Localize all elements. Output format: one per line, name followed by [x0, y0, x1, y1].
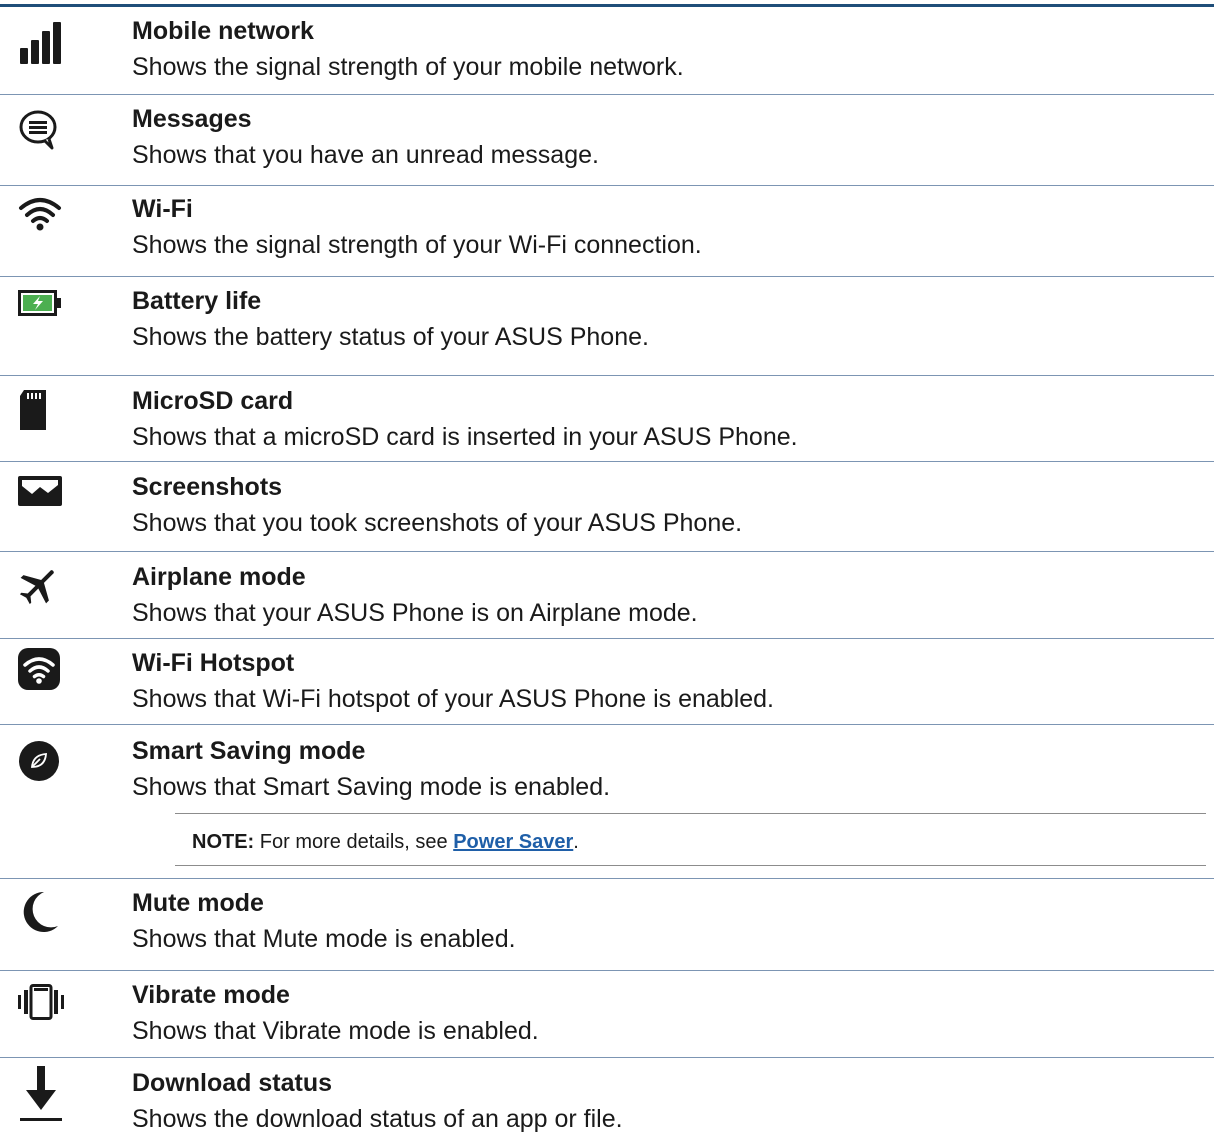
note-label: NOTE: — [192, 831, 255, 853]
smart-saving-leaf-icon — [18, 740, 70, 788]
item-title: Smart Saving mode — [132, 737, 366, 765]
divider — [0, 724, 1214, 725]
item-title: Download status — [132, 1069, 333, 1097]
note-divider-top — [175, 813, 1206, 814]
item-title: Vibrate mode — [132, 981, 290, 1009]
battery-charging-icon — [18, 290, 70, 338]
wifi-hotspot-icon — [18, 648, 70, 696]
item-description: Shows the signal strength of your Wi-Fi … — [132, 231, 702, 259]
note-divider-bottom — [175, 865, 1206, 866]
item-description: Shows that you have an unread message. — [132, 141, 599, 169]
item-description: Shows that Mute mode is enabled. — [132, 925, 516, 953]
item-title: Screenshots — [132, 473, 283, 501]
note: NOTE: For more details, see Power Saver. — [192, 829, 579, 855]
wifi-icon — [18, 194, 70, 242]
microsd-card-icon — [18, 390, 70, 438]
airplane-icon — [18, 564, 70, 612]
item-description: Shows that your ASUS Phone is on Airplan… — [132, 599, 698, 627]
download-arrow-icon — [18, 1066, 70, 1121]
note-text-after: . — [573, 831, 579, 853]
divider — [0, 638, 1214, 639]
divider — [0, 461, 1214, 462]
divider — [0, 94, 1214, 95]
item-title: Wi-Fi — [132, 195, 193, 223]
signal-bars-icon — [18, 20, 70, 68]
item-description: Shows the download status of an app or f… — [132, 1105, 623, 1133]
item-description: Shows the battery status of your ASUS Ph… — [132, 323, 649, 351]
divider — [0, 970, 1214, 971]
item-title: Messages — [132, 105, 252, 133]
power-saver-link[interactable]: Power Saver — [453, 831, 573, 853]
moon-icon — [18, 890, 70, 938]
divider — [0, 551, 1214, 552]
divider — [0, 878, 1214, 879]
item-description: Shows that a microSD card is inserted in… — [132, 423, 798, 451]
divider — [0, 185, 1214, 186]
item-title: Airplane mode — [132, 563, 306, 591]
divider — [0, 1057, 1214, 1058]
item-description: Shows the signal strength of your mobile… — [132, 53, 684, 81]
item-description: Shows that you took screenshots of your … — [132, 509, 743, 537]
screenshot-icon — [18, 476, 70, 524]
item-title: Battery life — [132, 287, 262, 315]
item-title: MicroSD card — [132, 387, 294, 415]
item-description: Shows that Vibrate mode is enabled. — [132, 1017, 539, 1045]
divider — [0, 276, 1214, 277]
item-description: Shows that Wi-Fi hotspot of your ASUS Ph… — [132, 685, 775, 713]
item-description: Shows that Smart Saving mode is enabled. — [132, 773, 611, 801]
top-rule — [0, 4, 1214, 7]
item-title: Wi-Fi Hotspot — [132, 649, 295, 677]
note-text: For more details, see — [259, 831, 448, 853]
divider — [0, 375, 1214, 376]
item-title: Mute mode — [132, 889, 264, 917]
vibrate-icon — [18, 984, 70, 1032]
message-bubble-icon — [18, 110, 70, 158]
item-title: Mobile network — [132, 17, 314, 45]
